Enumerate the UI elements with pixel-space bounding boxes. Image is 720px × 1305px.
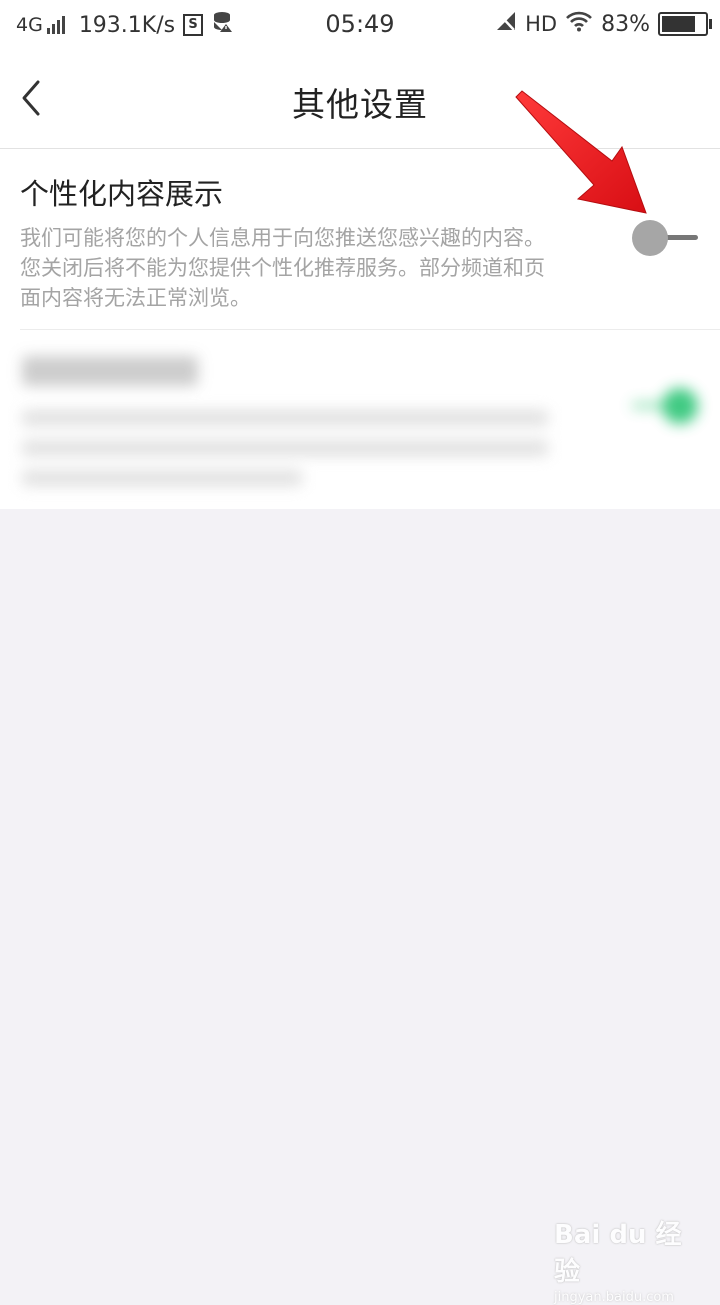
hd-indicator: HD [525, 12, 558, 36]
toggle-knob [632, 220, 668, 256]
baidu-jingyan-watermark: Bai du 经验 jingyan.baidu.com [554, 1214, 694, 1305]
watermark-url: jingyan.baidu.com [554, 1290, 674, 1305]
wifi-icon [565, 10, 593, 38]
blurred-title [22, 356, 198, 386]
toggle-knob [662, 388, 698, 424]
blurred-toggle[interactable] [628, 386, 698, 426]
blurred-description-line [22, 410, 548, 426]
setting-personalized-content: 个性化内容展示 我们可能将您的个人信息用于向您推送您感兴趣的内容。您关闭后将不能… [0, 149, 720, 329]
battery-percent: 83% [601, 11, 650, 37]
setting-description: 我们可能将您的个人信息用于向您推送您感兴趣的内容。您关闭后将不能为您提供个性化推… [20, 226, 545, 310]
personalized-content-toggle[interactable] [632, 218, 702, 258]
battery-icon [658, 12, 712, 36]
blurred-setting-row [0, 330, 720, 505]
blurred-description-line [22, 440, 548, 456]
setting-title: 个性化内容展示 [20, 177, 224, 211]
page-title: 其他设置 [292, 85, 428, 124]
blurred-description-line [22, 470, 302, 486]
signal-muted-icon [495, 10, 517, 38]
status-right: HD 83% [495, 10, 712, 38]
nav-bar: 其他设置 [0, 50, 720, 149]
status-bar: 4G 193.1K/s S 05:49 HD 83% [0, 0, 720, 50]
settings-list: 个性化内容展示 我们可能将您的个人信息用于向您推送您感兴趣的内容。您关闭后将不能… [0, 149, 720, 509]
watermark-logo: Bai du 经验 [554, 1220, 682, 1287]
